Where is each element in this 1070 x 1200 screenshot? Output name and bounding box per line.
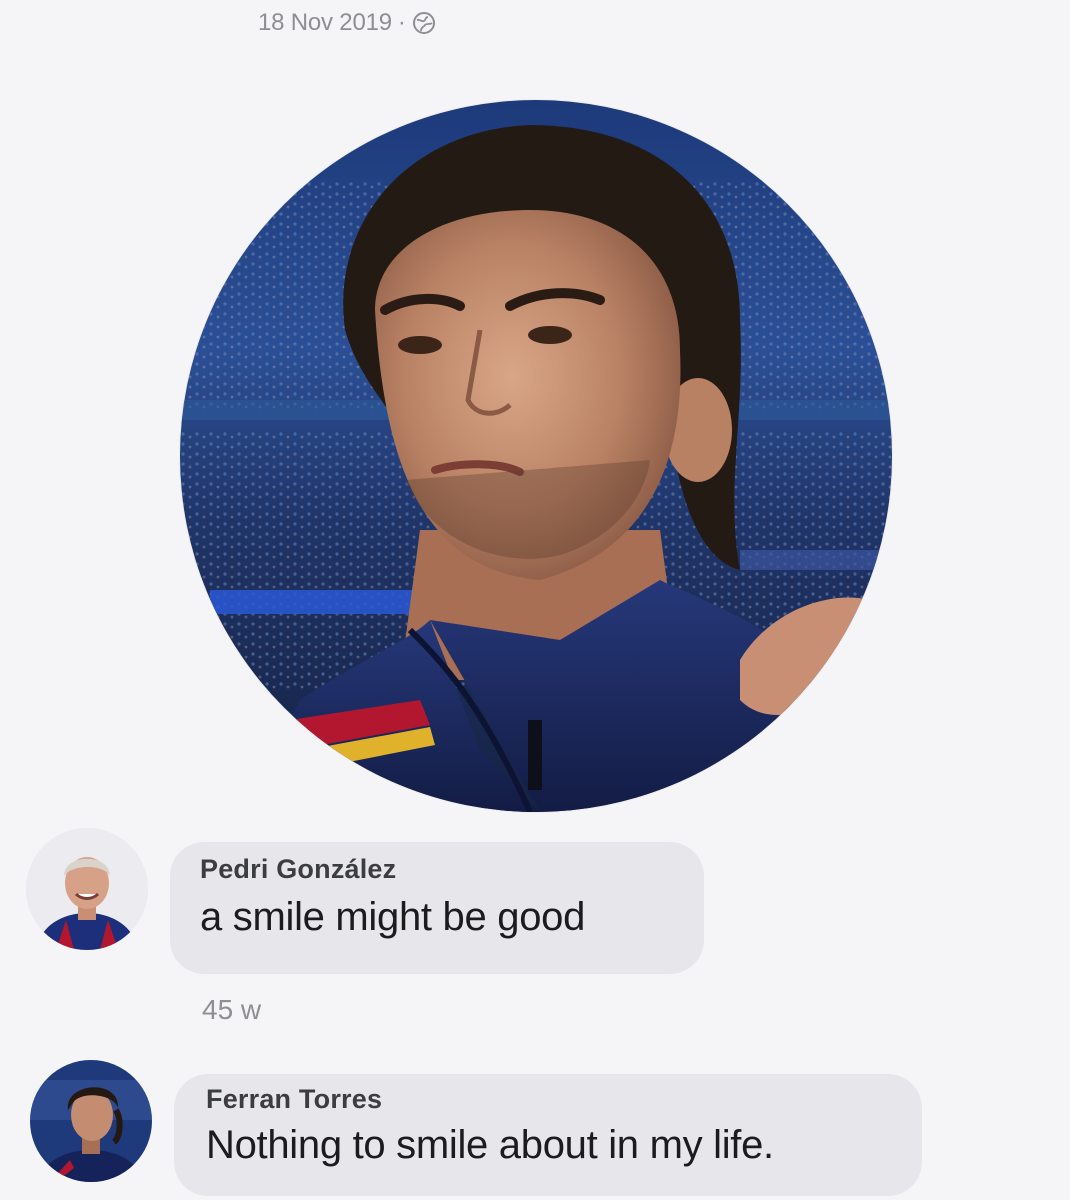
post-date[interactable]: 18 Nov 2019 bbox=[258, 9, 392, 37]
comment-text: Nothing to smile about in my life. bbox=[206, 1123, 774, 1167]
comment-timestamp[interactable]: 45 w bbox=[202, 994, 261, 1026]
comment-author[interactable]: Ferran Torres bbox=[206, 1084, 892, 1115]
comment-bubble[interactable]: Ferran Torres Nothing to smile about in … bbox=[174, 1074, 922, 1196]
comment-author[interactable]: Pedri González bbox=[200, 854, 674, 885]
avatar[interactable] bbox=[26, 828, 148, 950]
profile-photo[interactable] bbox=[180, 100, 892, 812]
meta-separator: · bbox=[397, 9, 406, 36]
avatar[interactable] bbox=[30, 1060, 152, 1182]
comment-bubble[interactable]: Pedri González a smile might be good bbox=[170, 842, 704, 974]
comment-item bbox=[30, 1060, 152, 1182]
comment-item bbox=[26, 828, 148, 950]
post-meta: 18 Nov 2019 · bbox=[258, 6, 436, 40]
comment-text: a smile might be good bbox=[200, 895, 586, 939]
globe-icon bbox=[412, 11, 436, 35]
